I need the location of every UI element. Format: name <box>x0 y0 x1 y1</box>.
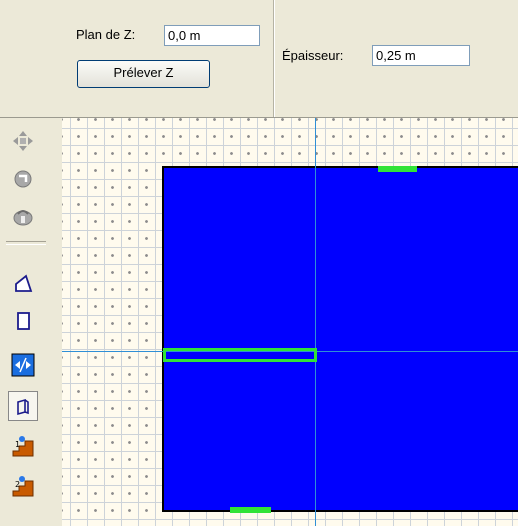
box-3d-icon <box>17 398 29 416</box>
plan-z-input[interactable]: 0,0 m <box>164 25 260 46</box>
rotate-tool-button[interactable] <box>8 164 38 194</box>
orbit-tool-button[interactable] <box>8 202 38 232</box>
polygon-outline-icon <box>15 274 33 292</box>
svg-text:1: 1 <box>15 440 20 449</box>
stairs-2-icon: 2 <box>12 476 34 497</box>
stairs-1-icon: 1 <box>12 436 34 457</box>
box-3d-tool-button[interactable] <box>8 391 38 421</box>
bottom-opening-marker[interactable] <box>230 507 271 513</box>
move-tool-button[interactable] <box>8 126 38 156</box>
stairs-1-tool-button[interactable]: 1 <box>8 431 38 461</box>
top-opening-marker[interactable] <box>378 166 417 172</box>
wall-shape[interactable] <box>162 166 518 512</box>
thickness-label: Épaisseur: <box>282 48 344 63</box>
tool-palette: 1 2 <box>0 118 62 526</box>
svg-text:2: 2 <box>15 480 20 489</box>
panel-divider <box>273 0 274 117</box>
z-plane-section: Plan de Z: 0,0 m Prélever Z <box>0 0 273 117</box>
selected-segment[interactable] <box>163 348 317 362</box>
thickness-input[interactable]: 0,25 m <box>372 45 470 66</box>
stairs-2-tool-button[interactable]: 2 <box>8 471 38 501</box>
wall-split-tool-button[interactable] <box>8 350 38 380</box>
vertical-guide-line <box>315 118 316 526</box>
pick-z-button[interactable]: Prélever Z <box>77 60 210 88</box>
polygon-tool-button[interactable] <box>8 268 38 298</box>
rectangle-outline-icon <box>17 312 30 330</box>
drawing-canvas[interactable] <box>62 118 518 526</box>
property-panel: Plan de Z: 0,0 m Prélever Z Épaisseur: 0… <box>0 0 518 118</box>
rectangle-tool-button[interactable] <box>8 306 38 336</box>
toolbar-separator <box>6 241 46 245</box>
wall-split-icon <box>11 353 35 377</box>
rotate-icon <box>14 170 32 188</box>
orbit-icon <box>13 210 33 226</box>
plan-z-label: Plan de Z: <box>76 27 136 42</box>
move-arrows-icon <box>13 131 33 151</box>
